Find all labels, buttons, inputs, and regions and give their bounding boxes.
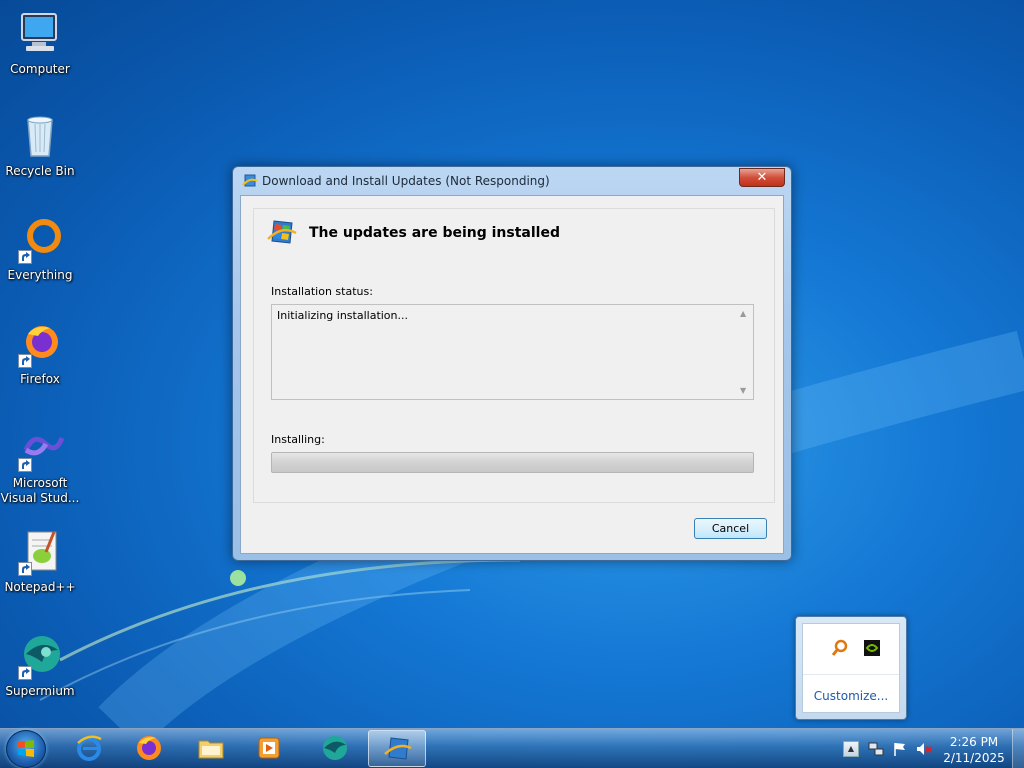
desktop-icon-recycle-bin[interactable]: Recycle Bin [0,112,80,179]
desktop-icon-visual-studio[interactable]: Microsoft Visual Stud... [0,424,80,506]
taskbar-file-explorer[interactable] [182,730,240,767]
cancel-button[interactable]: Cancel [694,518,767,539]
taskbar-firefox[interactable] [120,730,178,767]
firefox-icon [16,320,64,368]
tray-popup-divider [803,674,899,675]
windows-update-large-icon [266,217,298,249]
start-button[interactable] [6,730,46,768]
window-title: Download and Install Updates (Not Respon… [262,174,550,188]
desktop-icon-supermium[interactable]: Supermium [0,632,80,699]
everything-search-icon[interactable] [831,639,849,657]
desktop-icon-label: Everything [7,268,73,282]
window-client-area: The updates are being installed Installa… [240,195,784,554]
tray-overflow-panel: Customize... [802,623,900,713]
taskbar-internet-explorer[interactable] [60,730,118,767]
status-scrollbar[interactable]: ▲ ▼ [736,305,753,399]
desktop-icon-label: Firefox [20,372,60,386]
taskbar-media-player[interactable] [240,730,298,767]
installation-status-label: Installation status: [271,285,373,298]
desktop-icon-computer[interactable]: Computer [0,10,80,77]
desktop-icon-notepad-plus-plus[interactable]: Notepad++ [0,528,80,595]
desktop-icon-label: Microsoft Visual Stud... [0,476,80,505]
taskbar-windows-update[interactable] [368,730,426,767]
desktop-icon-label: Recycle Bin [5,164,75,178]
file-explorer-icon [196,733,226,763]
volume-muted-icon[interactable] [916,741,932,757]
desktop-icon-label: Supermium [5,684,75,698]
network-icon[interactable] [868,741,884,757]
action-center-flag-icon[interactable] [892,741,908,757]
customize-link[interactable]: Customize... [803,689,899,703]
desktop-icon-label: Notepad++ [4,580,76,594]
taskbar-clock[interactable]: 2:26 PM 2/11/2025 [940,734,1008,766]
installing-label: Installing: [271,433,325,446]
shortcut-arrow-icon [18,354,32,368]
scroll-down-icon[interactable]: ▼ [740,386,746,395]
clock-date: 2/11/2025 [943,751,1005,765]
computer-icon [16,10,64,58]
desktop-icon-label: Computer [10,62,70,76]
everything-icon [16,216,64,264]
show-desktop-button[interactable] [1012,729,1024,768]
show-hidden-icons-button[interactable]: ▲ [843,741,859,757]
internet-explorer-icon [74,733,104,763]
supermium-icon [16,632,64,680]
nvidia-icon[interactable] [863,639,881,657]
shortcut-arrow-icon [18,250,32,264]
media-player-icon [254,733,284,763]
install-heading: The updates are being installed [309,225,560,241]
windows-update-icon [242,173,258,189]
installation-status-box: Initializing installation... ▲ ▼ [271,304,754,400]
desktop-icon-everything[interactable]: Everything [0,216,80,283]
supermium-icon [320,733,350,763]
taskbar: ▲ 2:26 PM 2/11/2025 [0,728,1024,768]
content-panel: The updates are being installed Installa… [253,208,775,503]
windows-logo-icon [18,740,34,757]
shortcut-arrow-icon [18,666,32,680]
close-button[interactable]: ✕ [739,168,785,187]
install-progress-bar [271,452,754,473]
window-titlebar[interactable]: Download and Install Updates (Not Respon… [233,167,791,195]
update-window[interactable]: Download and Install Updates (Not Respon… [232,166,792,561]
taskbar-supermium[interactable] [306,730,364,767]
recycle-bin-icon [16,112,64,160]
scroll-up-icon[interactable]: ▲ [740,309,746,318]
clock-time: 2:26 PM [949,735,999,749]
shortcut-arrow-icon [18,458,32,472]
desktop-icon-firefox[interactable]: Firefox [0,320,80,387]
notepad-plus-plus-icon [16,528,64,576]
windows-update-icon [383,734,413,764]
firefox-icon [134,733,164,763]
shortcut-arrow-icon [18,562,32,576]
installation-status-text: Initializing installation... [277,309,409,322]
visual-studio-icon [16,424,65,472]
tray-overflow-popup: Customize... [795,616,907,720]
